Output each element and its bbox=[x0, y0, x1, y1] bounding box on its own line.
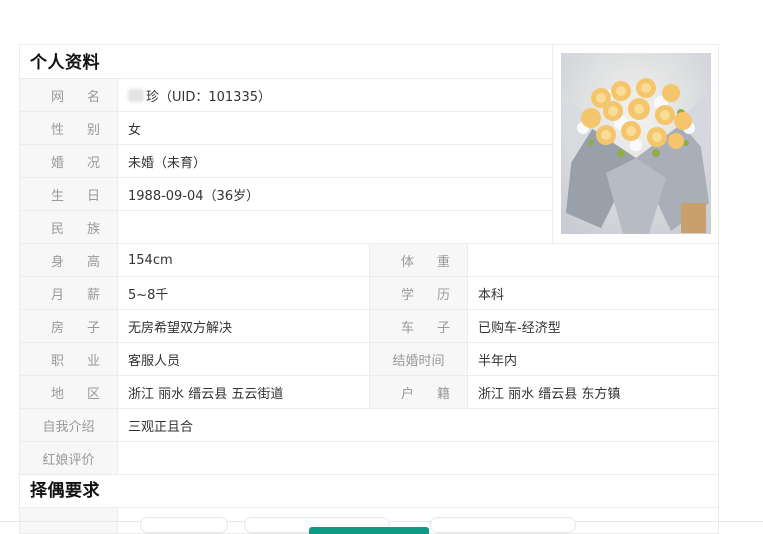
label-char: 历 bbox=[436, 287, 450, 303]
contact-action-button[interactable] bbox=[309, 527, 429, 534]
value-weight bbox=[468, 244, 478, 276]
label-char: 婚 bbox=[51, 155, 65, 171]
row-height-weight: 身高 154cm 体重 bbox=[20, 243, 718, 276]
label-char: 况 bbox=[86, 155, 100, 171]
row-intro: 自我介绍 三观正且合 bbox=[20, 408, 718, 441]
label-char: 房 bbox=[51, 320, 65, 336]
label-char: 籍 bbox=[436, 386, 450, 402]
label-char: 薪 bbox=[86, 287, 100, 303]
bouquet-photo-image bbox=[561, 53, 711, 234]
row-nickname: 网 名 珍（UID：101335） bbox=[20, 78, 552, 111]
value-intro: 三观正且合 bbox=[128, 419, 194, 435]
label-salary: 月薪 bbox=[20, 277, 118, 309]
label-job: 职业 bbox=[20, 343, 118, 375]
value-gender: 女 bbox=[128, 122, 142, 138]
value-car: 已购车-经济型 bbox=[478, 320, 561, 336]
label-char: 子 bbox=[86, 320, 100, 336]
label-char: 子 bbox=[436, 320, 450, 336]
value-ethnicity bbox=[118, 211, 128, 243]
label-char: 名 bbox=[86, 89, 100, 105]
section-title-preferences: 择偶要求 bbox=[30, 481, 100, 501]
label-char: 族 bbox=[86, 221, 100, 237]
bottom-pill-button[interactable] bbox=[140, 517, 228, 533]
label-char: 区 bbox=[86, 386, 100, 402]
label-char: 性 bbox=[51, 122, 65, 138]
nickname-text: 珍（UID：101335） bbox=[146, 89, 271, 105]
row-salary-education: 月薪 5~8千 学历 本科 bbox=[20, 276, 718, 309]
label-char: 学 bbox=[401, 287, 415, 303]
label-char: 日 bbox=[86, 188, 100, 204]
row-job-wedding: 职业 客服人员 结婚时间 半年内 bbox=[20, 342, 718, 375]
value-birthday: 1988-09-04（36岁） bbox=[128, 188, 260, 204]
row-matchmaker: 红娘评价 bbox=[20, 441, 718, 474]
profile-photo[interactable] bbox=[552, 45, 718, 243]
label-char: 地 bbox=[51, 386, 65, 402]
label-char: 网 bbox=[51, 89, 65, 105]
label-char: 月 bbox=[51, 287, 65, 303]
row-region-hukou: 地区 浙江 丽水 缙云县 五云街道 户籍 浙江 丽水 缙云县 东方镇 bbox=[20, 375, 718, 408]
label-char: 身 bbox=[51, 254, 65, 270]
label-car: 车子 bbox=[370, 310, 468, 342]
label-intro: 自我介绍 bbox=[20, 409, 118, 441]
label-education: 学历 bbox=[370, 277, 468, 309]
value-house: 无房希望双方解决 bbox=[118, 310, 370, 342]
bottom-pill-button[interactable] bbox=[430, 517, 576, 533]
row-house-car: 房子 无房希望双方解决 车子 已购车-经济型 bbox=[20, 309, 718, 342]
label-char: 别 bbox=[86, 122, 100, 138]
label-char: 高 bbox=[86, 254, 100, 270]
label-ethnicity: 民 族 bbox=[20, 211, 118, 243]
profile-card: 个人资料 网 名 珍（UID：101335） 性 别 女 婚 况 未婚（未育） … bbox=[19, 44, 719, 534]
label-char: 户 bbox=[401, 386, 415, 402]
label-region: 地区 bbox=[20, 376, 118, 408]
label-wedding-time: 结婚时间 bbox=[370, 343, 468, 375]
label-char: 重 bbox=[436, 254, 450, 270]
label-char: 体 bbox=[401, 254, 415, 270]
value-education: 本科 bbox=[478, 287, 505, 303]
label-weight: 体重 bbox=[370, 244, 468, 276]
row-section2-header: 择偶要求 bbox=[20, 474, 718, 507]
label-marriage: 婚 况 bbox=[20, 145, 118, 177]
value-salary: 5~8千 bbox=[118, 277, 370, 309]
value-nickname: 珍（UID：101335） bbox=[118, 79, 271, 111]
label-char: 业 bbox=[86, 353, 100, 369]
row-birthday: 生 日 1988-09-04（36岁） bbox=[20, 177, 552, 210]
label-nickname: 网 名 bbox=[20, 79, 118, 111]
redacted-name bbox=[128, 88, 144, 102]
label-char: 车 bbox=[401, 320, 415, 336]
label-birthday: 生 日 bbox=[20, 178, 118, 210]
row-ethnicity: 民 族 bbox=[20, 210, 552, 243]
row-marriage: 婚 况 未婚（未育） bbox=[20, 144, 552, 177]
label-char: 生 bbox=[51, 188, 65, 204]
label-char: 职 bbox=[51, 353, 65, 369]
section-title-profile: 个人资料 bbox=[30, 53, 100, 73]
value-wedding-time: 半年内 bbox=[478, 353, 518, 369]
value-height: 154cm bbox=[118, 244, 370, 276]
value-hukou: 浙江 丽水 缙云县 东方镇 bbox=[478, 386, 621, 402]
value-marriage: 未婚（未育） bbox=[128, 155, 207, 171]
value-matchmaker bbox=[118, 442, 128, 474]
label-gender: 性 别 bbox=[20, 112, 118, 144]
label-matchmaker: 红娘评价 bbox=[20, 442, 118, 474]
value-job: 客服人员 bbox=[118, 343, 370, 375]
label-hukou: 户籍 bbox=[370, 376, 468, 408]
label-house: 房子 bbox=[20, 310, 118, 342]
label-height: 身高 bbox=[20, 244, 118, 276]
label-char: 民 bbox=[51, 221, 65, 237]
row-gender: 性 别 女 bbox=[20, 111, 552, 144]
value-region: 浙江 丽水 缙云县 五云街道 bbox=[118, 376, 370, 408]
